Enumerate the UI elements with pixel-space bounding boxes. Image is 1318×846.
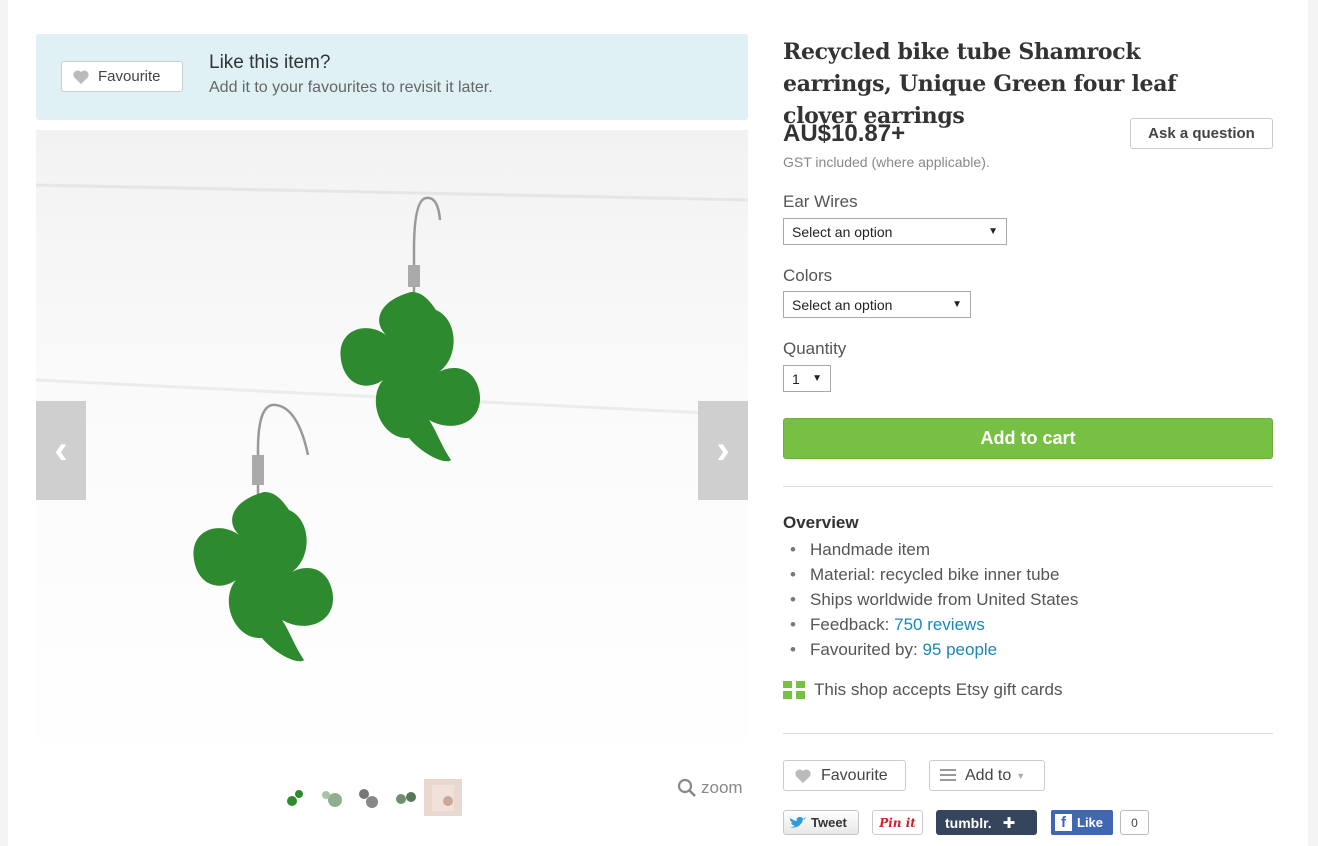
- ear-wires-value: Select an option: [792, 223, 893, 240]
- list-icon: [940, 769, 956, 781]
- add-to-cart-button[interactable]: Add to cart: [783, 418, 1273, 459]
- overview-title: Overview: [783, 513, 859, 532]
- dropdown-arrow-icon: ▼: [812, 373, 822, 384]
- shipping-text: Ships worldwide from United States: [810, 590, 1079, 609]
- pinit-label: Pin it: [879, 815, 916, 830]
- chevron-left-icon: ‹: [54, 428, 68, 472]
- list-item: • Material: recycled bike inner tube: [790, 565, 1060, 584]
- reviews-link[interactable]: 750 reviews: [894, 615, 985, 634]
- facebook-icon: f: [1055, 814, 1072, 831]
- thumbnail[interactable]: [276, 779, 314, 816]
- facebook-like-button[interactable]: f Like: [1051, 810, 1113, 835]
- quantity-label: Quantity: [783, 339, 847, 358]
- magnifier-icon: [677, 778, 696, 797]
- tumblr-button[interactable]: tumblr. ✚: [936, 810, 1037, 835]
- favourited-label: Favourited by:: [810, 640, 923, 659]
- favourite-button[interactable]: Favourite: [783, 760, 906, 791]
- ask-question-button[interactable]: Ask a question: [1130, 118, 1273, 149]
- divider: [783, 486, 1273, 487]
- gst-note: GST included (where applicable).: [783, 154, 990, 170]
- earrings-photo: [36, 183, 748, 662]
- quantity-select[interactable]: 1 ▼: [783, 365, 831, 392]
- list-item: • Favourited by: 95 people: [790, 640, 998, 659]
- thumbnail[interactable]: [350, 779, 388, 816]
- colors-select[interactable]: Select an option ▼: [783, 291, 971, 318]
- thumbnail[interactable]: [387, 779, 425, 816]
- banner-favourite-button[interactable]: Favourite: [61, 61, 183, 92]
- facebook-like-count: 0: [1120, 810, 1149, 835]
- dropdown-arrow-icon: ▼: [988, 226, 998, 237]
- thumbnail-strip: [276, 779, 462, 816]
- previous-image-button[interactable]: ‹: [36, 401, 86, 500]
- colors-label: Colors: [783, 266, 833, 285]
- product-price: AU$10.87+: [783, 120, 906, 147]
- heart-icon: [73, 70, 89, 84]
- banner-title: Like this item?: [209, 52, 331, 73]
- tweet-button[interactable]: Tweet: [783, 810, 859, 835]
- ear-wires-select[interactable]: Select an option ▼: [783, 218, 1007, 245]
- divider: [783, 733, 1273, 734]
- pinterest-button[interactable]: Pin it: [872, 810, 923, 835]
- colors-value: Select an option: [792, 296, 893, 313]
- overview-list: • Handmade item • Material: recycled bike …: [790, 537, 1078, 662]
- twitter-bird-icon: [790, 816, 806, 828]
- thumbnail[interactable]: [313, 779, 351, 816]
- favourited-people-link[interactable]: 95 people: [922, 640, 997, 659]
- banner-favourite-label: Favourite: [98, 68, 161, 85]
- ear-wires-label: Ear Wires: [783, 192, 858, 211]
- zoom-label: zoom: [701, 778, 743, 797]
- add-to-list-button[interactable]: Add to ▼: [929, 760, 1045, 791]
- handmade-text: Handmade item: [810, 540, 931, 559]
- chevron-down-icon: ▼: [1016, 770, 1026, 781]
- banner-subtitle: Add it to your favourites to revisit it …: [209, 79, 493, 96]
- tweet-label: Tweet: [811, 815, 847, 830]
- chevron-right-icon: ›: [716, 428, 730, 472]
- tumblr-label: tumblr.: [945, 814, 992, 831]
- quantity-value: 1: [792, 370, 800, 387]
- list-item: • Ships worldwide from United States: [790, 590, 1079, 609]
- heart-icon: [795, 769, 811, 783]
- next-image-button[interactable]: ›: [698, 401, 748, 500]
- plus-icon: ✚: [1002, 814, 1016, 832]
- product-image[interactable]: [36, 130, 748, 770]
- material-text: Material: recycled bike inner tube: [810, 565, 1060, 584]
- facebook-like-label: Like: [1077, 815, 1104, 830]
- thumbnail[interactable]: [424, 779, 462, 816]
- list-item: • Feedback: 750 reviews: [790, 615, 985, 634]
- gift-icon: [783, 681, 805, 699]
- gift-card-text: This shop accepts Etsy gift cards: [814, 680, 1063, 699]
- gift-card-notice: This shop accepts Etsy gift cards: [783, 680, 1063, 700]
- zoom-button[interactable]: zoom: [677, 778, 743, 798]
- list-item: • Handmade item: [790, 540, 931, 559]
- dropdown-arrow-icon: ▼: [952, 299, 962, 310]
- add-to-label: Add to: [965, 766, 1012, 784]
- feedback-label: Feedback:: [810, 615, 895, 634]
- favourite-label: Favourite: [821, 766, 888, 784]
